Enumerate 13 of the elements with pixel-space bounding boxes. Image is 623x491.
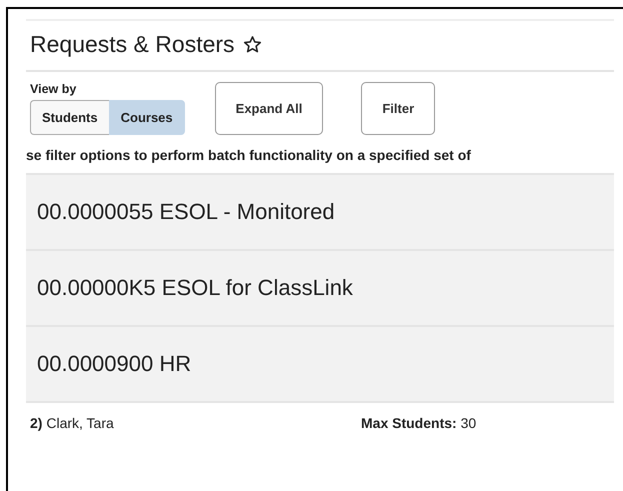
page-title: Requests & Rosters xyxy=(30,31,235,58)
expand-all-button[interactable]: Expand All xyxy=(214,82,324,135)
course-row[interactable]: 00.0000055 ESOL - Monitored xyxy=(26,173,614,249)
view-toggle[interactable]: Students xyxy=(30,100,109,135)
max-students-text: Max Students: 30 xyxy=(361,415,476,431)
course-row[interactable]: 00.0000900 HR xyxy=(26,325,614,401)
view-by-label: View by xyxy=(30,82,78,96)
view-toggle[interactable]: Courses xyxy=(108,100,185,135)
star-icon[interactable] xyxy=(242,35,262,54)
course-row[interactable]: 00.00000K5 ESOL for ClassLink xyxy=(26,249,614,325)
filter-button[interactable]: Filter xyxy=(361,82,436,135)
teacher-text: 2) Clark, Tara xyxy=(30,415,115,431)
instruction-text: se filter options to perform batch functionality on a specified set of xyxy=(26,147,471,163)
